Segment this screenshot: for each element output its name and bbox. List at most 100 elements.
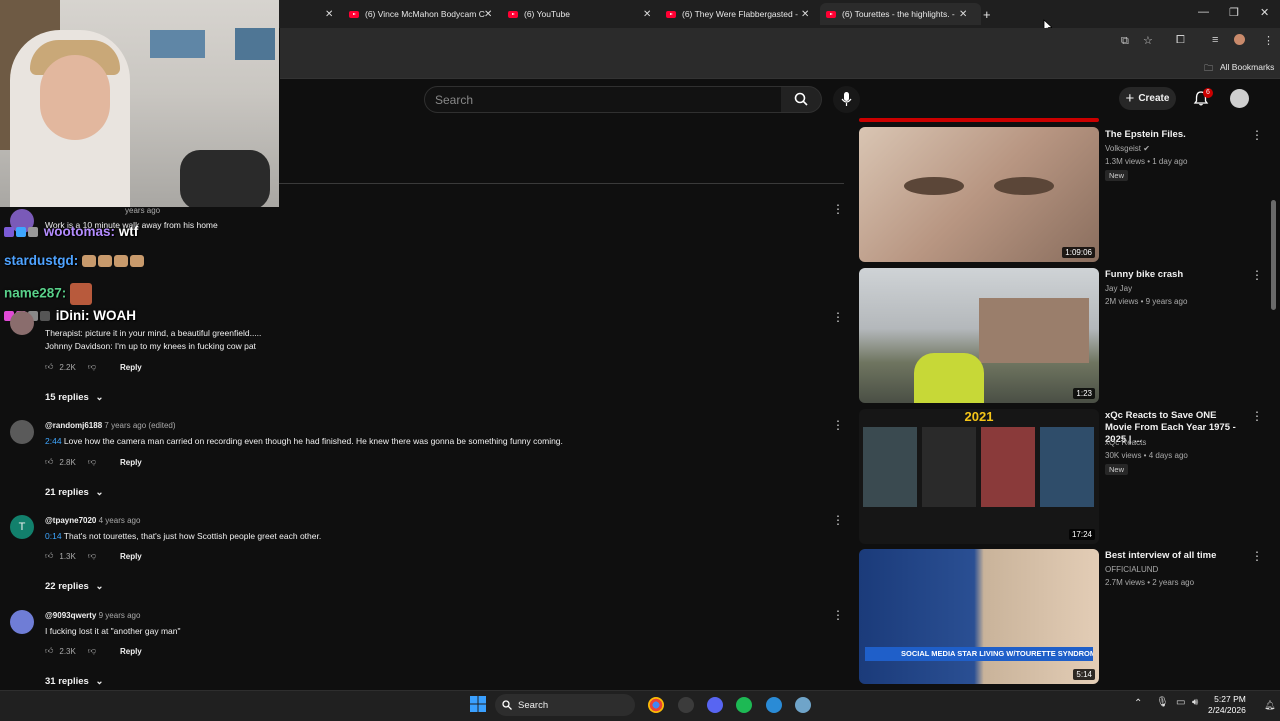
reply-button[interactable]: Reply	[120, 647, 142, 656]
minimize-icon[interactable]: —	[1198, 6, 1209, 18]
taskbar-search[interactable]: Search	[495, 694, 635, 716]
browser-tab[interactable]: (6) They Were Flabbergasted - ✕	[666, 3, 816, 25]
app-icon[interactable]	[766, 697, 782, 713]
video-title[interactable]: The Epstein Files.	[1105, 129, 1245, 141]
more-options-icon[interactable]: ⋮	[1251, 409, 1263, 423]
extensions-icon[interactable]: ⧠	[1176, 34, 1185, 47]
comment-avatar[interactable]	[10, 420, 34, 444]
app-icon[interactable]	[678, 697, 694, 713]
voice-search-button[interactable]	[833, 86, 860, 113]
video-channel[interactable]: Volksgeist	[1105, 144, 1141, 153]
media-controls-icon[interactable]: ≡	[1212, 34, 1218, 46]
replies-toggle[interactable]: 31 replies ⌄	[45, 676, 103, 687]
account-avatar[interactable]	[1230, 89, 1249, 108]
comment-handle[interactable]: @randomj6188	[45, 421, 102, 430]
chevron-up-icon[interactable]: ⌃	[1134, 698, 1142, 709]
reply-button[interactable]: Reply	[120, 363, 142, 372]
tab-close-icon[interactable]: ✕	[484, 9, 492, 20]
new-tab-icon[interactable]: +	[983, 3, 991, 25]
browser-menu-icon[interactable]: ⋮	[1263, 34, 1274, 47]
browser-tab-active[interactable]: (6) Tourettes - the highlights. - ✕	[820, 3, 981, 25]
more-options-icon[interactable]: ⋮	[1251, 268, 1263, 282]
video-title[interactable]: Funny bike crash	[1105, 269, 1245, 281]
replies-toggle[interactable]: 22 replies ⌄	[45, 581, 103, 592]
install-app-icon[interactable]: ⧉	[1121, 35, 1129, 48]
comment-avatar[interactable]: T	[10, 515, 34, 539]
bookmarks-bar: 🗀 All Bookmarks	[280, 56, 1280, 79]
more-options-icon[interactable]: ⋮	[1251, 549, 1263, 563]
reply-button[interactable]: Reply	[120, 552, 142, 561]
like-icon[interactable]: 👍︎	[45, 457, 53, 467]
discord-icon[interactable]	[707, 697, 723, 713]
video-channel[interactable]: OFFICIALUND	[1105, 565, 1158, 574]
comment-handle[interactable]: @9093qwerty	[45, 611, 96, 620]
taskbar-clock[interactable]: 5:27 PM 2/24/2026	[1208, 694, 1246, 716]
restore-icon[interactable]: ❐	[1229, 6, 1239, 19]
reply-button[interactable]: Reply	[120, 458, 142, 467]
more-options-icon[interactable]: ⋮	[832, 513, 844, 527]
dislike-icon[interactable]: 👎︎	[88, 646, 96, 656]
timestamp-link[interactable]: 0:14	[45, 531, 62, 541]
search-button[interactable]	[781, 86, 822, 113]
notifications-icon[interactable]: 🔔︎	[1264, 700, 1275, 711]
more-options-icon[interactable]: ⋮	[1251, 128, 1263, 142]
like-icon[interactable]: 👍︎	[45, 362, 53, 372]
chat-username: iDini:	[55, 308, 90, 323]
timestamp-link[interactable]: 2:44	[45, 436, 62, 446]
bookmark-star-icon[interactable]: ☆	[1143, 34, 1153, 47]
close-window-icon[interactable]: ✕	[1260, 6, 1269, 19]
create-button[interactable]: + Create	[1119, 87, 1176, 110]
replies-toggle[interactable]: 15 replies ⌄	[45, 392, 103, 403]
profile-avatar-icon[interactable]	[1234, 34, 1245, 45]
search-input[interactable]: Search	[424, 86, 783, 113]
app-icon[interactable]	[795, 697, 811, 713]
all-bookmarks-link[interactable]: All Bookmarks	[1220, 62, 1274, 72]
network-icon[interactable]: ▭	[1176, 697, 1185, 708]
tab-close-icon[interactable]: ✕	[959, 9, 967, 20]
new-badge: New	[1105, 170, 1129, 181]
like-count: 2.2K	[59, 362, 76, 372]
comment-handle[interactable]: @tpayne7020	[45, 516, 96, 525]
chrome-icon[interactable]	[648, 697, 664, 713]
like-icon[interactable]: 👍︎	[45, 551, 53, 561]
like-icon[interactable]: 👍︎	[45, 646, 53, 656]
browser-tab[interactable]: (6) Vince McMahon Bodycam C ✕	[349, 3, 499, 25]
clock-time: 5:27 PM	[1214, 694, 1246, 704]
windows-start-icon[interactable]	[470, 696, 486, 712]
like-count: 2.8K	[59, 457, 76, 467]
chat-message: name287:	[4, 283, 94, 305]
comment-avatar[interactable]	[10, 610, 34, 634]
comment-text: Love how the camera man carried on recor…	[63, 436, 563, 446]
video-thumbnail[interactable]: SOCIAL MEDIA STAR LIVING W/TOURETTE SYND…	[859, 549, 1099, 684]
like-count: 2.3K	[59, 646, 76, 656]
microphone-icon[interactable]: 🎙︎	[1156, 697, 1169, 708]
video-thumbnail[interactable]: 1:09:06	[859, 127, 1099, 262]
youtube-favicon-icon	[349, 10, 359, 18]
chat-message: stardustgd:	[4, 253, 146, 268]
video-meta: 1.3M views • 1 day ago	[1105, 157, 1188, 166]
spotify-icon[interactable]	[736, 697, 752, 713]
address-bar[interactable]: ⧉ ☆ ⧠ ≡ ⋮	[280, 28, 1280, 56]
tab-close-icon[interactable]: ✕	[643, 9, 651, 20]
video-thumbnail[interactable]: 1:23	[859, 268, 1099, 403]
comment-avatar[interactable]	[10, 311, 34, 335]
volume-icon[interactable]: 🔊︎	[1192, 697, 1198, 708]
page-scrollbar[interactable]	[1271, 200, 1276, 310]
dislike-icon[interactable]: 👎︎	[88, 362, 96, 372]
video-channel[interactable]: Jay Jay	[1105, 284, 1132, 293]
comment-actions: 👍︎ 1.3K 👎︎ Reply	[45, 551, 142, 561]
more-options-icon[interactable]: ⋮	[832, 310, 844, 324]
more-options-icon[interactable]: ⋮	[832, 608, 844, 622]
microphone-icon	[841, 92, 852, 106]
dislike-icon[interactable]: 👎︎	[88, 457, 96, 467]
video-title[interactable]: Best interview of all time	[1105, 550, 1245, 562]
more-options-icon[interactable]: ⋮	[832, 418, 844, 432]
tab-close-icon[interactable]: ✕	[801, 9, 809, 20]
dislike-icon[interactable]: 👎︎	[88, 551, 96, 561]
video-channel[interactable]: xQc Reacts	[1105, 438, 1146, 447]
replies-toggle[interactable]: 21 replies ⌄	[45, 487, 103, 498]
more-options-icon[interactable]: ⋮	[832, 202, 844, 216]
browser-tab[interactable]: (6) YouTube ✕	[508, 3, 658, 25]
video-thumbnail[interactable]: 2021 17:24	[859, 409, 1099, 544]
comment-time: years ago	[125, 206, 161, 215]
